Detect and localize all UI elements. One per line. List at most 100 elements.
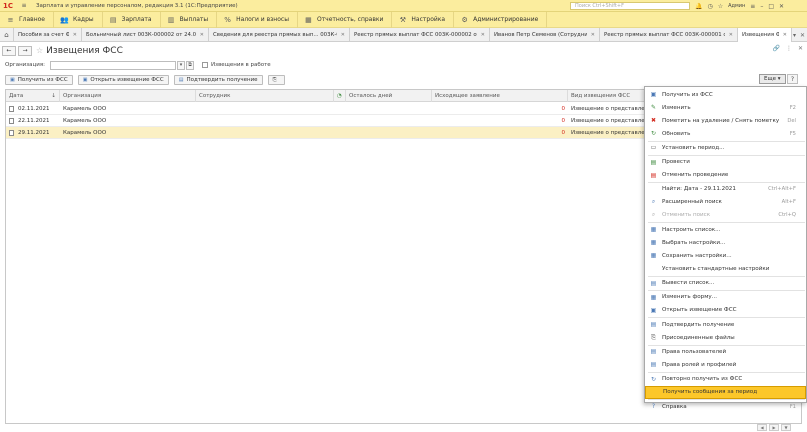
menu-item-label: Изменить форму...	[662, 294, 718, 301]
section-item-0[interactable]: ≡ Главное	[0, 11, 54, 28]
open-notice-button[interactable]: ▣ Открыть извещение ФСС	[77, 74, 169, 85]
tab-6[interactable]: Извещения ФСС ✕	[738, 27, 792, 42]
menu-item-15[interactable]: ▦ Изменить форму...	[645, 291, 806, 304]
menu-item-11[interactable]: ▦ Выбрать настройки...	[645, 236, 806, 249]
section-label: Отчетность, справки	[316, 16, 384, 23]
in-work-checkbox[interactable]	[202, 62, 209, 68]
more-vertical-icon[interactable]: ⋮	[786, 45, 792, 52]
scroll-left-button[interactable]: ◀	[757, 424, 767, 431]
home-tab-icon[interactable]: ⌂	[0, 27, 14, 42]
tabs-list-icon[interactable]: ▾	[793, 32, 796, 39]
cell-text: 02.11.2021	[18, 106, 50, 112]
menu-item-1[interactable]: ✎ Изменить F2	[645, 101, 806, 114]
maximize-icon[interactable]: □	[768, 3, 774, 10]
menu-item-13[interactable]: Установить стандартные настройки	[645, 262, 806, 275]
section-item-4[interactable]: % Налоги и взносы	[217, 11, 298, 28]
section-item-5[interactable]: ▦ Отчетность, справки	[298, 11, 393, 28]
scroll-down-button[interactable]: ▼	[781, 424, 791, 431]
help-button[interactable]: ?	[787, 74, 798, 84]
col-status-icon[interactable]: ◔	[334, 90, 346, 102]
cell-text: 0	[561, 118, 566, 124]
favorites-icon[interactable]: ☆	[718, 3, 723, 10]
tab-close-icon[interactable]: ✕	[729, 32, 733, 38]
global-search-input[interactable]: Поиск Ctrl+Shift+F	[570, 2, 690, 10]
section-icon: %	[224, 15, 231, 24]
col-outgoing-request[interactable]: Исходящее заявление	[432, 90, 568, 102]
minimize-icon[interactable]: –	[760, 3, 763, 10]
menu-item-label: Настроить список...	[662, 226, 721, 233]
menu-item-7[interactable]: Найти: Дата - 29.11.2021 Ctrl+Alt+F	[645, 183, 806, 196]
history-icon[interactable]: ◷	[707, 3, 712, 10]
section-item-7[interactable]: ⚙ Администрирование	[454, 11, 548, 28]
menu-item-23[interactable]: ? Справка F1	[645, 400, 806, 413]
menu-item-icon: ✖	[650, 117, 657, 124]
tab-0[interactable]: Пособия за счет ФСС ✕	[14, 27, 82, 42]
menu-item-22[interactable]: Получить сообщения за период	[645, 385, 806, 399]
tab-close-icon[interactable]: ✕	[591, 32, 595, 38]
tab-close-icon[interactable]: ✕	[783, 32, 787, 38]
bell-icon[interactable]: 🔔	[695, 3, 702, 10]
forward-button[interactable]: →	[18, 45, 32, 56]
org-field[interactable]	[50, 60, 177, 70]
tab-close-icon[interactable]: ✕	[481, 32, 485, 38]
section-item-2[interactable]: ▤ Зарплата	[103, 11, 161, 28]
menu-item-6[interactable]: ▤ Отменить проведение	[645, 169, 806, 182]
form-close-icon[interactable]: ✕	[798, 45, 803, 52]
menu-item-16[interactable]: ▣ Открыть извещение ФСС	[645, 304, 806, 317]
tabs-close-all-icon[interactable]: ✕	[800, 32, 805, 39]
more-button[interactable]: Еще ▾	[759, 74, 786, 84]
tab-close-icon[interactable]: ✕	[341, 32, 345, 38]
section-item-3[interactable]: ▥ Выплаты	[161, 11, 218, 28]
menu-item-4[interactable]: ▭ Установить период...	[645, 141, 806, 154]
get-from-fss-button[interactable]: ▣ Получить из ФСС	[5, 74, 73, 85]
menu-item-5[interactable]: ▤ Провести	[645, 156, 806, 169]
menu-item-14[interactable]: ▤ Вывести список...	[645, 277, 806, 290]
menu-item-20[interactable]: ▤ Права ролей и профилей	[645, 358, 806, 371]
col-organization[interactable]: Организация	[60, 90, 196, 102]
col-date[interactable]: Дата ↓	[6, 90, 60, 102]
tab-2[interactable]: Сведения для реестра прямых вып... 003К-…	[209, 27, 350, 42]
menu-icon[interactable]: ≡	[20, 2, 28, 10]
tab-4[interactable]: Иванов Петр Семенов (Сотрудник) ✕	[490, 27, 600, 42]
close-icon[interactable]: ✕	[779, 3, 784, 10]
tab-3[interactable]: Реестр прямых выплат ФСС 003К-000002 от …	[350, 27, 490, 42]
menu-item-10[interactable]: ▦ Настроить список...	[645, 223, 806, 236]
user-name[interactable]: Админ	[728, 3, 745, 9]
cell-days	[346, 103, 432, 115]
col-days-left[interactable]: Осталось дней	[346, 90, 432, 102]
tab-5[interactable]: Реестр прямых выплат ФСС 003К-000001 от …	[600, 27, 738, 42]
cell-text: Извещение о представлении	[571, 118, 656, 124]
tab-1[interactable]: Больничный лист 003К-000002 от 24.06.202…	[82, 27, 209, 42]
menu-item-2[interactable]: ✖ Пометить на удаление / Снять пометку Del	[645, 114, 806, 127]
menu-item-8[interactable]: ⌕ Расширенный поиск Alt+F	[645, 196, 806, 209]
tab-close-icon[interactable]: ✕	[73, 32, 77, 38]
section-item-6[interactable]: ⚒ Настройка	[392, 11, 455, 28]
attach-button[interactable]: ⎘	[267, 74, 285, 85]
section-label: Главное	[19, 16, 45, 23]
org-dropdown-button[interactable]: ▾	[177, 60, 186, 70]
confirm-receipt-button[interactable]: ▤ Подтвердить получение	[173, 74, 263, 85]
col-employee[interactable]: Сотрудник	[196, 90, 334, 102]
menu-item-shortcut: Ctrl+Q	[778, 212, 796, 219]
tab-label: Извещения ФСС	[742, 31, 779, 38]
section-item-1[interactable]: 👥 Кадры	[54, 11, 103, 28]
menu-item-icon: ▭	[650, 144, 657, 152]
menu-item-19[interactable]: ▤ Права пользователей	[645, 345, 806, 358]
menu-item-12[interactable]: ▦ Сохранить настройки...	[645, 249, 806, 262]
menu-item-3[interactable]: ↻ Обновить F5	[645, 127, 806, 140]
menu-item-icon: ▤	[650, 348, 657, 356]
menu-item-shortcut: Del	[787, 117, 796, 124]
tab-close-icon[interactable]: ✕	[200, 32, 204, 38]
menu-item-17[interactable]: ▤ Подтвердить получение	[645, 318, 806, 331]
scroll-right-button[interactable]: ▶	[769, 424, 779, 431]
back-button[interactable]: ←	[2, 45, 16, 56]
org-open-button[interactable]: ⧉	[186, 60, 195, 70]
settings-icon[interactable]: ≡	[750, 3, 755, 10]
cell-org: Карамель ООО	[60, 115, 196, 127]
link-icon[interactable]: 🔗	[772, 45, 779, 52]
menu-item-9[interactable]: ⌕ Отменить поиск Ctrl+Q	[645, 209, 806, 222]
menu-item-0[interactable]: ▣ Получить из ФСС	[645, 88, 806, 101]
menu-item-21[interactable]: ↻ Повторно получить из ФСС	[645, 373, 806, 386]
favorite-star-icon[interactable]: ☆	[36, 46, 43, 55]
menu-item-18[interactable]: ⎘ Присоединенные файлы	[645, 331, 806, 344]
